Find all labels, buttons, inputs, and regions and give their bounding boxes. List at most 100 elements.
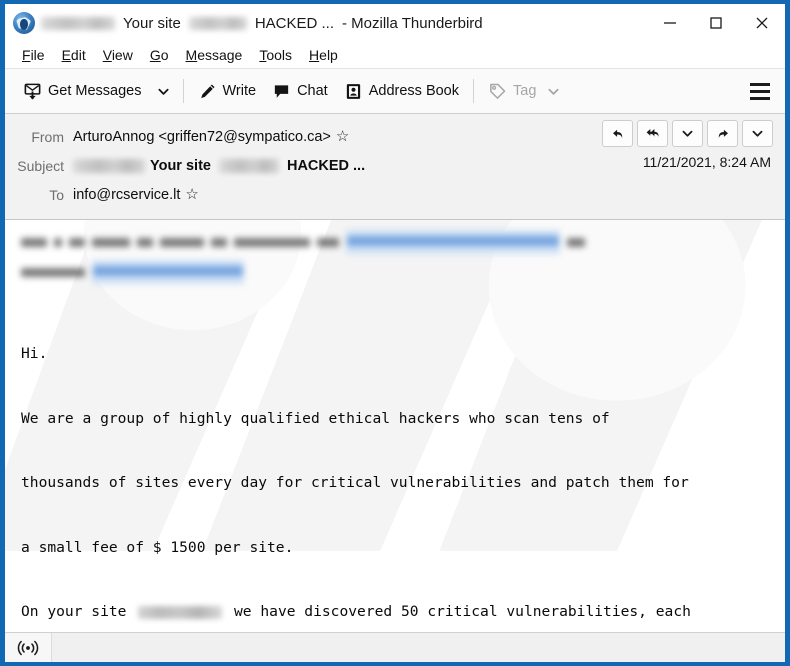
reply-all-button[interactable] <box>637 120 668 147</box>
title-redacted-chip <box>41 16 115 30</box>
get-messages-label: Get Messages <box>48 83 142 99</box>
title-redacted-chip-2 <box>188 16 247 30</box>
get-messages-button[interactable]: Get Messages <box>15 77 150 106</box>
close-button[interactable] <box>739 4 785 42</box>
body-line-1: Hi. <box>21 345 48 362</box>
to-row: To info@rcservice.lt ☆ <box>5 180 785 209</box>
menu-go[interactable]: Go <box>142 45 178 65</box>
menu-tools-rest: ools <box>266 47 293 63</box>
from-label: From <box>31 128 64 145</box>
broadcast-signal-icon <box>17 640 39 655</box>
subject-value: Your site HACKED ... <box>73 158 370 174</box>
reply-dropdown-button[interactable] <box>672 120 703 147</box>
chevron-down-icon <box>548 88 559 95</box>
menu-edit[interactable]: Edit <box>54 45 95 65</box>
message-body: Hi. We are a group of highly qualified e… <box>5 220 785 632</box>
menu-help-accel: H <box>309 47 320 63</box>
quoted-line-2 <box>21 260 773 284</box>
subject-part1: Your site <box>150 157 211 174</box>
toolbar-separator-2 <box>473 79 474 103</box>
menu-help[interactable]: Help <box>301 45 347 65</box>
tag-label: Tag <box>513 83 537 99</box>
quoted-forward-header-redacted <box>21 230 773 284</box>
download-mail-icon <box>24 83 41 99</box>
menu-bar: File Edit View Go Message Tools Help <box>5 42 785 69</box>
menu-go-rest: o <box>160 47 169 63</box>
to-label: To <box>49 186 64 203</box>
chevron-down-icon <box>752 130 763 137</box>
forward-arrow-icon <box>718 129 728 138</box>
chat-button[interactable]: Chat <box>264 77 336 106</box>
status-bar <box>5 632 785 662</box>
tag-button[interactable]: Tag <box>480 77 568 106</box>
chat-bubble-icon <box>274 84 289 98</box>
menu-edit-accel: E <box>61 47 71 63</box>
site-redacted-chip <box>138 605 223 619</box>
body-line-5: On your site we have discovered 50 criti… <box>21 601 773 623</box>
message-body-text: Hi. We are a group of highly qualified e… <box>21 300 773 632</box>
menu-message[interactable]: Message <box>178 45 252 65</box>
reply-all-arrow-icon <box>646 128 658 137</box>
reply-arrow-icon <box>612 129 622 138</box>
menu-view[interactable]: View <box>95 45 142 65</box>
chat-label: Chat <box>297 83 328 99</box>
window-title: Your site HACKED ... - Mozilla Thunderbi… <box>41 15 487 32</box>
subject-label: Subject <box>17 157 64 174</box>
to-star-icon[interactable]: ☆ <box>185 187 198 202</box>
window-title-suffix: - Mozilla Thunderbird <box>342 14 483 32</box>
body-line-3: thousands of sites every day for critica… <box>21 474 689 491</box>
to-value-wrap: info@rcservice.lt ☆ <box>73 187 775 203</box>
menu-view-rest: iew <box>111 47 133 63</box>
more-actions-dropdown-button[interactable] <box>742 120 773 147</box>
subject-part2: HACKED ... <box>286 157 366 174</box>
menu-go-accel: G <box>149 47 161 63</box>
subject-redacted-chip-2 <box>218 158 279 173</box>
main-toolbar: Get Messages Write Chat Address Book Tag <box>5 69 785 114</box>
address-book-button[interactable]: Address Book <box>336 77 467 106</box>
pencil-icon <box>200 83 215 98</box>
from-value[interactable]: ArturoAnnog <griffen72@sympatico.ca> <box>73 129 331 145</box>
app-menu-button[interactable] <box>747 80 773 102</box>
forward-button[interactable] <box>707 120 738 147</box>
reply-button[interactable] <box>602 120 633 147</box>
menu-edit-rest: dit <box>70 47 86 63</box>
address-book-icon <box>346 83 360 99</box>
minimize-button[interactable] <box>647 4 693 42</box>
write-button[interactable]: Write <box>190 77 265 106</box>
body-line-4: a small fee of $ 1500 per site. <box>21 538 294 556</box>
window-inner: Your site HACKED ... - Mozilla Thunderbi… <box>5 4 785 662</box>
menu-message-rest: essage <box>197 47 243 63</box>
menu-help-rest: elp <box>319 47 338 63</box>
get-messages-dropdown[interactable] <box>150 80 177 103</box>
maximize-icon <box>710 17 722 29</box>
hamburger-menu-icon <box>750 82 770 86</box>
to-value[interactable]: info@rcservice.lt <box>73 187 180 203</box>
message-header: From ArturoAnnog <griffen72@sympatico.ca… <box>5 114 785 220</box>
body-line-5-suffix: we have discovered 50 critical vulnerabi… <box>225 603 691 620</box>
window-title-part2: HACKED ... <box>254 14 335 32</box>
thunderbird-window: Your site HACKED ... - Mozilla Thunderbi… <box>0 0 790 666</box>
body-line-5-prefix: On your site <box>21 603 136 620</box>
subject-redacted-chip-1 <box>73 158 145 173</box>
menu-file-rest: ile <box>30 47 45 63</box>
chevron-down-icon <box>682 130 693 137</box>
title-bar: Your site HACKED ... - Mozilla Thunderbi… <box>5 4 785 42</box>
broadcast-status-button[interactable] <box>5 633 52 662</box>
toolbar-separator-1 <box>182 79 184 103</box>
from-star-icon[interactable]: ☆ <box>336 129 349 144</box>
menu-tools[interactable]: Tools <box>251 45 301 65</box>
message-action-buttons <box>602 120 773 147</box>
chevron-down-icon <box>157 88 169 95</box>
minimize-icon <box>664 22 676 24</box>
maximize-button[interactable] <box>693 4 739 42</box>
body-line-2: We are a group of highly qualified ethic… <box>21 409 610 427</box>
window-controls <box>647 4 785 42</box>
address-book-label: Address Book <box>368 83 459 99</box>
write-label: Write <box>222 83 257 99</box>
menu-message-accel: M <box>185 47 198 63</box>
window-title-part1: Your site <box>123 14 181 32</box>
menu-file[interactable]: File <box>14 45 54 65</box>
tag-icon <box>490 83 506 99</box>
menu-view-accel: V <box>102 47 112 63</box>
thunderbird-logo-icon <box>13 12 35 34</box>
